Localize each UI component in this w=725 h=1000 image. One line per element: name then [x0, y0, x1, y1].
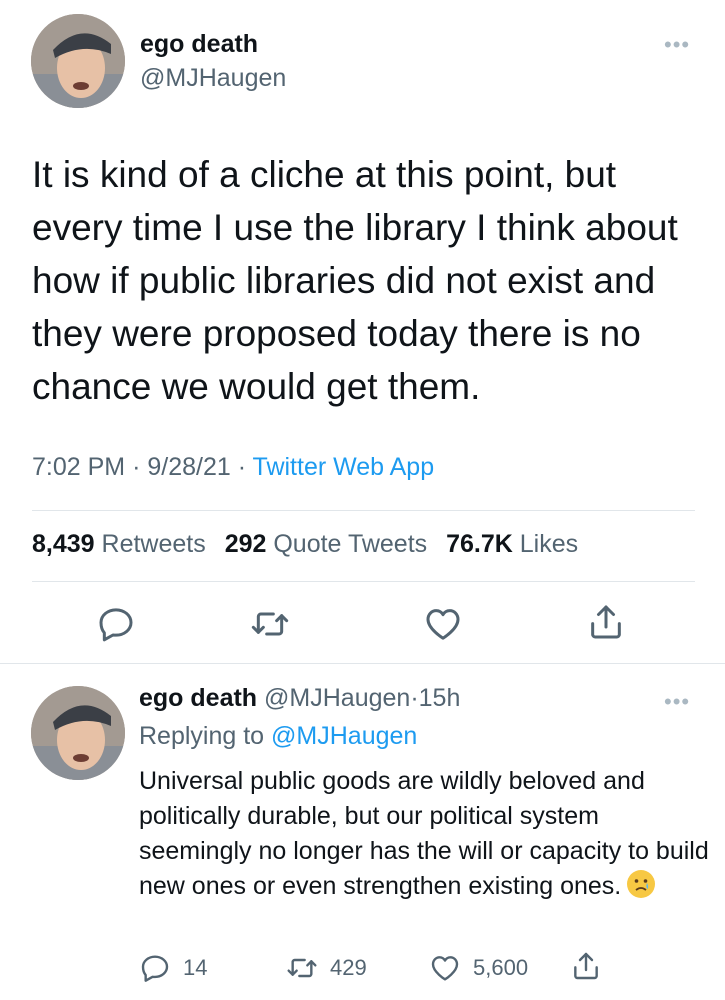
display-name[interactable]: ego death [140, 30, 258, 59]
reply-count: 14 [183, 955, 208, 980]
share-icon [574, 952, 598, 980]
separator-dot: · [132, 453, 141, 481]
replying-to-handle[interactable]: @MJHaugen [271, 722, 417, 750]
reply-text: Universal public goods are wildly belove… [139, 767, 709, 900]
tweet-text: It is kind of a cliche at this point, bu… [32, 154, 678, 407]
avatar[interactable] [31, 14, 125, 108]
divider [32, 581, 695, 582]
like-count: 5,600 [473, 955, 529, 980]
tweet-age[interactable]: 15h [419, 684, 461, 712]
handle[interactable]: @MJHaugen [140, 64, 286, 93]
retweets-stat[interactable]: 8,439 Retweets [32, 530, 206, 558]
retweet-count: 429 [330, 955, 367, 980]
retweet-icon [287, 958, 317, 978]
replying-to: Replying to @MJHaugen [139, 722, 417, 751]
crying-face-emoji-icon [627, 870, 656, 898]
display-name[interactable]: ego death [139, 684, 257, 712]
retweet-action[interactable]: 429 [286, 952, 367, 984]
tweet-meta: 7:02 PM · 9/28/21 · Twitter Web App [32, 453, 434, 482]
tweet-time[interactable]: 7:02 PM [32, 453, 125, 481]
separator-dot: · [237, 453, 247, 481]
reply-text-container: Universal public goods are wildly belove… [139, 764, 709, 904]
like-action[interactable]: 5,600 [429, 952, 528, 984]
divider [32, 510, 695, 511]
reply-header: ego death @MJHaugen·15h [139, 684, 460, 713]
share-action[interactable] [570, 950, 614, 982]
likes-stat[interactable]: 76.7K Likes [446, 530, 578, 558]
quotes-stat[interactable]: 292 Quote Tweets [225, 530, 427, 558]
tweet-separator [0, 663, 725, 664]
more-dots-icon[interactable]: ••• [664, 34, 690, 56]
reply-action[interactable]: 14 [139, 952, 207, 984]
handle[interactable]: @MJHaugen [264, 684, 410, 712]
reply-icon [141, 955, 169, 982]
share-icon[interactable] [586, 602, 626, 642]
like-icon[interactable] [423, 604, 463, 644]
avatar[interactable] [31, 686, 125, 780]
separator-dot: · [410, 684, 419, 712]
like-icon [431, 956, 459, 981]
tweet-source[interactable]: Twitter Web App [253, 453, 435, 481]
more-dots-icon[interactable]: ••• [664, 691, 690, 713]
tweet-stats: 8,439 Retweets 292 Quote Tweets 76.7K Li… [32, 530, 578, 559]
replying-to-prefix: Replying to [139, 722, 265, 750]
tweet-date[interactable]: 9/28/21 [147, 453, 230, 481]
reply-icon[interactable] [96, 604, 136, 644]
retweet-icon[interactable] [250, 604, 290, 644]
